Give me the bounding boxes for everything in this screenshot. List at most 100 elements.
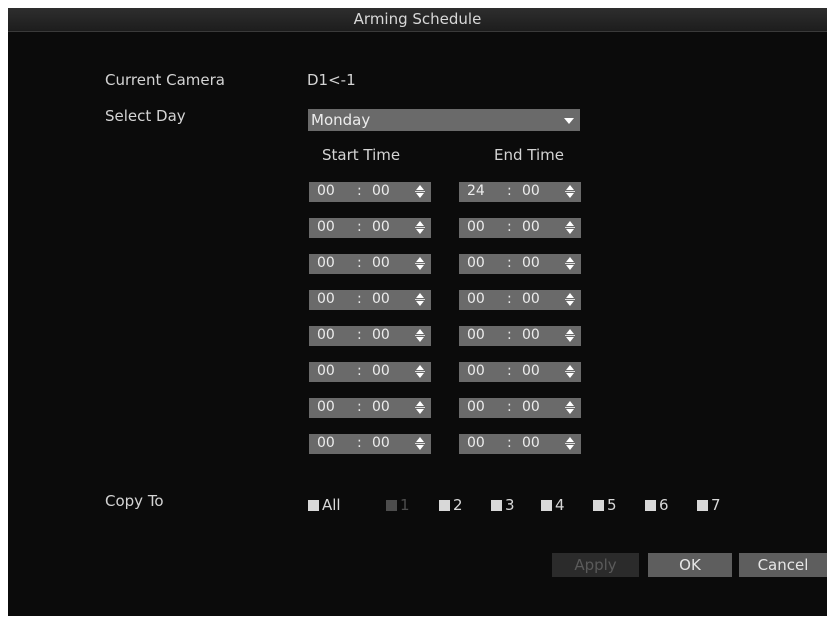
arrow-down-icon[interactable]: [416, 265, 424, 270]
arrow-down-icon[interactable]: [416, 337, 424, 342]
arrow-down-icon[interactable]: [416, 445, 424, 450]
arrow-up-icon[interactable]: [566, 221, 574, 226]
start-time-spinner[interactable]: 00:00: [309, 254, 431, 274]
stepper-icon[interactable]: [415, 400, 426, 416]
arrow-down-icon[interactable]: [566, 229, 574, 234]
arrow-up-icon[interactable]: [416, 221, 424, 226]
start-time-spinner[interactable]: 00:00: [309, 362, 431, 382]
stepper-icon[interactable]: [415, 184, 426, 200]
arrow-up-icon[interactable]: [416, 185, 424, 190]
arrow-up-icon[interactable]: [566, 437, 574, 442]
start-time-spinner[interactable]: 00:00: [309, 218, 431, 238]
end-hour-field[interactable]: 24: [467, 183, 485, 199]
arrow-down-icon[interactable]: [566, 409, 574, 414]
end-hour-field[interactable]: 00: [467, 363, 485, 379]
end-time-spinner[interactable]: 00:00: [459, 362, 581, 382]
end-minute-field[interactable]: 00: [522, 183, 540, 199]
arrow-down-icon[interactable]: [566, 301, 574, 306]
arrow-down-icon[interactable]: [416, 229, 424, 234]
end-hour-field[interactable]: 00: [467, 219, 485, 235]
end-hour-field[interactable]: 00: [467, 399, 485, 415]
end-time-spinner[interactable]: 24:00: [459, 182, 581, 202]
end-hour-field[interactable]: 00: [467, 435, 485, 451]
start-minute-field[interactable]: 00: [372, 327, 390, 343]
checkbox-icon[interactable]: [593, 500, 604, 511]
arrow-up-icon[interactable]: [416, 329, 424, 334]
arrow-down-icon[interactable]: [566, 337, 574, 342]
stepper-icon[interactable]: [565, 328, 576, 344]
stepper-icon[interactable]: [565, 184, 576, 200]
stepper-icon[interactable]: [415, 436, 426, 452]
checkbox-icon[interactable]: [308, 500, 319, 511]
start-time-spinner[interactable]: 00:00: [309, 434, 431, 454]
start-hour-field[interactable]: 00: [317, 435, 335, 451]
stepper-icon[interactable]: [565, 364, 576, 380]
stepper-icon[interactable]: [565, 220, 576, 236]
end-hour-field[interactable]: 00: [467, 291, 485, 307]
start-minute-field[interactable]: 00: [372, 363, 390, 379]
end-time-spinner[interactable]: 00:00: [459, 290, 581, 310]
apply-button[interactable]: Apply: [552, 553, 639, 577]
stepper-icon[interactable]: [415, 256, 426, 272]
ok-button[interactable]: OK: [648, 553, 732, 577]
start-time-spinner[interactable]: 00:00: [309, 290, 431, 310]
end-minute-field[interactable]: 00: [522, 255, 540, 271]
arrow-up-icon[interactable]: [566, 293, 574, 298]
start-minute-field[interactable]: 00: [372, 435, 390, 451]
arrow-up-icon[interactable]: [416, 401, 424, 406]
start-time-spinner[interactable]: 00:00: [309, 182, 431, 202]
end-time-spinner[interactable]: 00:00: [459, 326, 581, 346]
checkbox-icon[interactable]: [491, 500, 502, 511]
arrow-up-icon[interactable]: [566, 329, 574, 334]
stepper-icon[interactable]: [415, 292, 426, 308]
arrow-up-icon[interactable]: [416, 437, 424, 442]
end-time-spinner[interactable]: 00:00: [459, 434, 581, 454]
start-time-spinner[interactable]: 00:00: [309, 398, 431, 418]
arrow-up-icon[interactable]: [566, 185, 574, 190]
checkbox-icon[interactable]: [697, 500, 708, 511]
end-minute-field[interactable]: 00: [522, 219, 540, 235]
end-minute-field[interactable]: 00: [522, 363, 540, 379]
stepper-icon[interactable]: [415, 364, 426, 380]
start-minute-field[interactable]: 00: [372, 183, 390, 199]
arrow-down-icon[interactable]: [566, 373, 574, 378]
arrow-down-icon[interactable]: [566, 445, 574, 450]
checkbox-icon[interactable]: [645, 500, 656, 511]
start-hour-field[interactable]: 00: [317, 399, 335, 415]
end-minute-field[interactable]: 00: [522, 327, 540, 343]
arrow-down-icon[interactable]: [416, 409, 424, 414]
start-hour-field[interactable]: 00: [317, 327, 335, 343]
stepper-icon[interactable]: [415, 220, 426, 236]
arrow-up-icon[interactable]: [566, 365, 574, 370]
arrow-up-icon[interactable]: [566, 257, 574, 262]
end-time-spinner[interactable]: 00:00: [459, 254, 581, 274]
end-minute-field[interactable]: 00: [522, 399, 540, 415]
start-minute-field[interactable]: 00: [372, 255, 390, 271]
start-hour-field[interactable]: 00: [317, 219, 335, 235]
stepper-icon[interactable]: [565, 400, 576, 416]
start-hour-field[interactable]: 00: [317, 291, 335, 307]
arrow-up-icon[interactable]: [416, 293, 424, 298]
arrow-down-icon[interactable]: [416, 193, 424, 198]
end-minute-field[interactable]: 00: [522, 291, 540, 307]
arrow-up-icon[interactable]: [416, 257, 424, 262]
arrow-down-icon[interactable]: [566, 265, 574, 270]
checkbox-icon[interactable]: [541, 500, 552, 511]
end-hour-field[interactable]: 00: [467, 327, 485, 343]
arrow-down-icon[interactable]: [416, 373, 424, 378]
end-minute-field[interactable]: 00: [522, 435, 540, 451]
stepper-icon[interactable]: [415, 328, 426, 344]
arrow-down-icon[interactable]: [416, 301, 424, 306]
start-time-spinner[interactable]: 00:00: [309, 326, 431, 346]
end-time-spinner[interactable]: 00:00: [459, 398, 581, 418]
end-time-spinner[interactable]: 00:00: [459, 218, 581, 238]
start-minute-field[interactable]: 00: [372, 291, 390, 307]
arrow-up-icon[interactable]: [416, 365, 424, 370]
checkbox-icon[interactable]: [439, 500, 450, 511]
stepper-icon[interactable]: [565, 292, 576, 308]
select-day-dropdown[interactable]: Monday: [308, 109, 580, 131]
arrow-up-icon[interactable]: [566, 401, 574, 406]
stepper-icon[interactable]: [565, 436, 576, 452]
end-hour-field[interactable]: 00: [467, 255, 485, 271]
stepper-icon[interactable]: [565, 256, 576, 272]
